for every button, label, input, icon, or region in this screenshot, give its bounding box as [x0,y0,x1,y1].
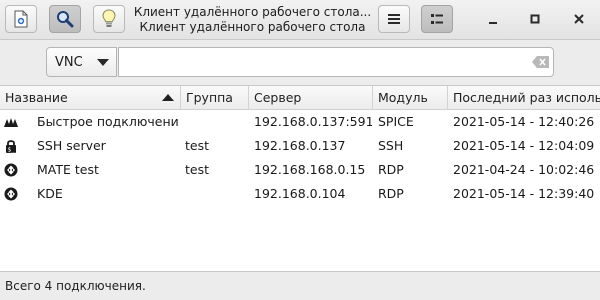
column-header-server[interactable]: Сервер [249,86,373,110]
cell-name: MATE test [37,162,99,177]
main-menu-button[interactable] [378,5,410,33]
connections-table: Название Группа Сервер Модуль Последний … [0,85,600,271]
svg-text:$_: $_ [8,147,16,154]
minimize-button[interactable] [480,6,506,32]
cell-last-used: 2021-05-14 - 12:39:40 [453,186,595,201]
cell-group: test [185,162,210,177]
clear-text-icon[interactable] [532,56,550,68]
cell-name: SSH server [37,138,106,153]
cell-name: KDE [37,186,63,201]
cell-module: RDP [378,162,404,177]
window-title: Клиент удалённого рабочего стола... [133,5,372,19]
cell-server: 192.168.168.0.15 [254,162,366,177]
quick-connect-bar: VNC [0,40,600,85]
cell-group [185,182,247,206]
minimize-icon [489,22,497,24]
maximize-button[interactable] [522,6,548,32]
header-bar: Клиент удалённого рабочего стола... Клие… [0,0,600,40]
protocol-dropdown[interactable]: VNC [46,47,117,77]
rdp-icon [4,163,18,177]
window-title-block: Клиент удалённого рабочего стола... Клие… [130,5,375,35]
cell-last-used: 2021-04-24 - 10:02:46 [453,162,595,177]
cell-group [185,110,247,134]
column-header-group[interactable]: Группа [181,86,249,110]
cell-group: test [185,138,210,153]
chevron-down-icon [97,59,109,66]
cell-last-used: 2021-05-14 - 12:40:26 [453,114,595,129]
document-new-icon [14,10,28,28]
cell-module: SSH [378,138,404,153]
table-row[interactable]: MATE test test 192.168.168.0.15 RDP 2021… [0,158,600,182]
cell-server: 192.168.0.137:5910 [254,114,372,129]
status-bar: Всего 4 подключения. [0,271,600,300]
lightbulb-icon [102,9,116,27]
quick-connect-input[interactable] [118,47,554,77]
table-row[interactable]: KDE 192.168.0.104 RDP 2021-05-14 - 12:39… [0,182,600,206]
column-header-last-used[interactable]: Последний раз использо [448,86,600,110]
cell-server: 192.168.0.104 [254,186,346,201]
cell-name: Быстрое подключение [37,114,179,129]
cell-server: 192.168.0.137 [254,138,346,153]
list-view-icon [431,14,443,24]
cell-module: RDP [378,186,404,201]
window-subtitle: Клиент удалённого рабочего стола [139,20,366,34]
view-mode-button[interactable] [421,5,453,33]
column-header-module[interactable]: Модуль [373,86,448,110]
table-header: Название Группа Сервер Модуль Последний … [0,86,600,110]
close-button[interactable] [566,6,592,32]
table-row[interactable]: $_ SSH server test 192.168.0.137 SSH 202… [0,134,600,158]
protocol-selected: VNC [55,54,83,70]
search-button[interactable] [49,5,81,33]
quick-connect-icon [4,118,18,127]
ssh-lock-icon: $_ [6,140,16,154]
preferences-button[interactable] [93,5,125,33]
rdp-icon [4,187,18,201]
search-icon [57,11,74,28]
cell-module: SPICE [378,114,414,129]
new-connection-button[interactable] [5,5,37,33]
cell-last-used: 2021-05-14 - 12:04:09 [453,138,595,153]
column-header-name[interactable]: Название [0,86,181,110]
hamburger-menu-icon [388,14,400,24]
close-icon [574,14,584,24]
table-row[interactable]: Быстрое подключение 192.168.0.137:5910 S… [0,110,600,134]
maximize-icon [530,14,540,24]
sort-ascending-icon [162,94,174,101]
status-text: Всего 4 подключения. [5,279,146,293]
